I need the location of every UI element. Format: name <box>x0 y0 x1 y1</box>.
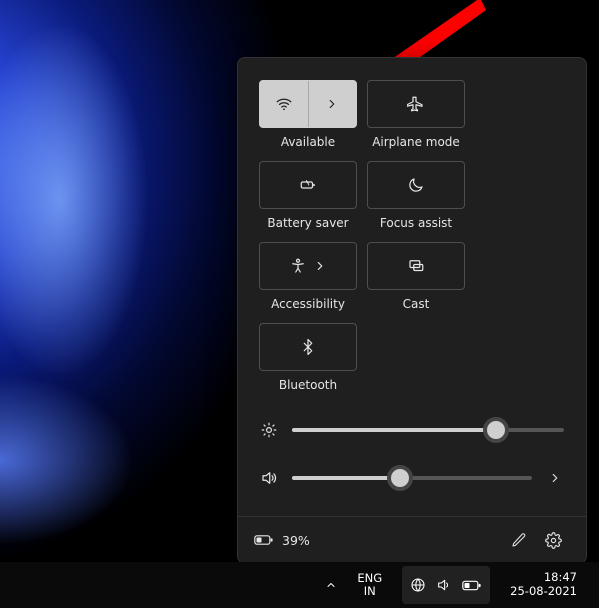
language-button[interactable]: ENG IN <box>347 565 392 605</box>
volume-row <box>260 454 564 502</box>
cast-tile[interactable] <box>367 242 465 290</box>
airplane-mode-tile[interactable] <box>367 80 465 128</box>
cast-icon <box>407 257 425 275</box>
edit-button[interactable] <box>502 523 536 557</box>
battery-saver-tile[interactable] <box>259 161 357 209</box>
system-tray: ENG IN 18:47 25-08-2021 <box>319 565 587 605</box>
wifi-tile[interactable] <box>259 80 357 128</box>
settings-button[interactable] <box>536 523 570 557</box>
system-icons-button[interactable] <box>396 565 496 605</box>
panel-footer: 39% <box>238 516 586 563</box>
volume-expand-button[interactable] <box>546 469 564 487</box>
pencil-icon <box>511 532 527 548</box>
airplane-icon <box>407 95 425 113</box>
moon-icon <box>407 176 425 194</box>
network-icon <box>410 577 426 593</box>
chevron-right-icon <box>325 97 339 111</box>
battery-saver-label: Battery saver <box>267 216 348 230</box>
accessibility-label: Accessibility <box>271 297 345 311</box>
chevron-right-icon <box>313 259 327 273</box>
tray-overflow-button[interactable] <box>319 565 343 605</box>
clock-button[interactable]: 18:47 25-08-2021 <box>500 565 587 605</box>
sliders-area <box>238 396 586 516</box>
wifi-expand[interactable] <box>309 81 357 127</box>
wifi-icon <box>275 95 293 113</box>
battery-icon <box>254 533 274 547</box>
volume-icon <box>260 469 278 487</box>
clock-date: 25-08-2021 <box>510 585 577 599</box>
battery-percent: 39% <box>282 533 310 548</box>
bluetooth-label: Bluetooth <box>279 378 337 392</box>
gear-icon <box>545 532 562 549</box>
brightness-slider[interactable] <box>292 428 564 432</box>
brightness-row <box>260 406 564 454</box>
wifi-toggle[interactable] <box>260 81 309 127</box>
airplane-label: Airplane mode <box>372 135 460 149</box>
quick-settings-grid: Available Airplane mode Battery saver Fo… <box>238 58 586 396</box>
brightness-icon <box>260 421 278 439</box>
battery-status[interactable]: 39% <box>254 533 310 548</box>
volume-icon <box>436 577 452 593</box>
chevron-up-icon <box>325 579 337 591</box>
accessibility-icon <box>289 257 307 275</box>
volume-slider[interactable] <box>292 476 532 480</box>
taskbar: ENG IN 18:47 25-08-2021 <box>0 562 599 608</box>
quick-settings-panel: Available Airplane mode Battery saver Fo… <box>237 57 587 564</box>
wifi-label: Available <box>281 135 335 149</box>
cast-label: Cast <box>403 297 430 311</box>
battery-saver-icon <box>299 176 317 194</box>
lang-region: IN <box>357 585 382 598</box>
chevron-right-icon <box>548 471 562 485</box>
bluetooth-icon <box>299 338 317 356</box>
bluetooth-tile[interactable] <box>259 323 357 371</box>
focus-assist-tile[interactable] <box>367 161 465 209</box>
accessibility-tile[interactable] <box>259 242 357 290</box>
battery-icon <box>462 579 482 592</box>
clock-time: 18:47 <box>510 571 577 585</box>
focus-assist-label: Focus assist <box>380 216 452 230</box>
